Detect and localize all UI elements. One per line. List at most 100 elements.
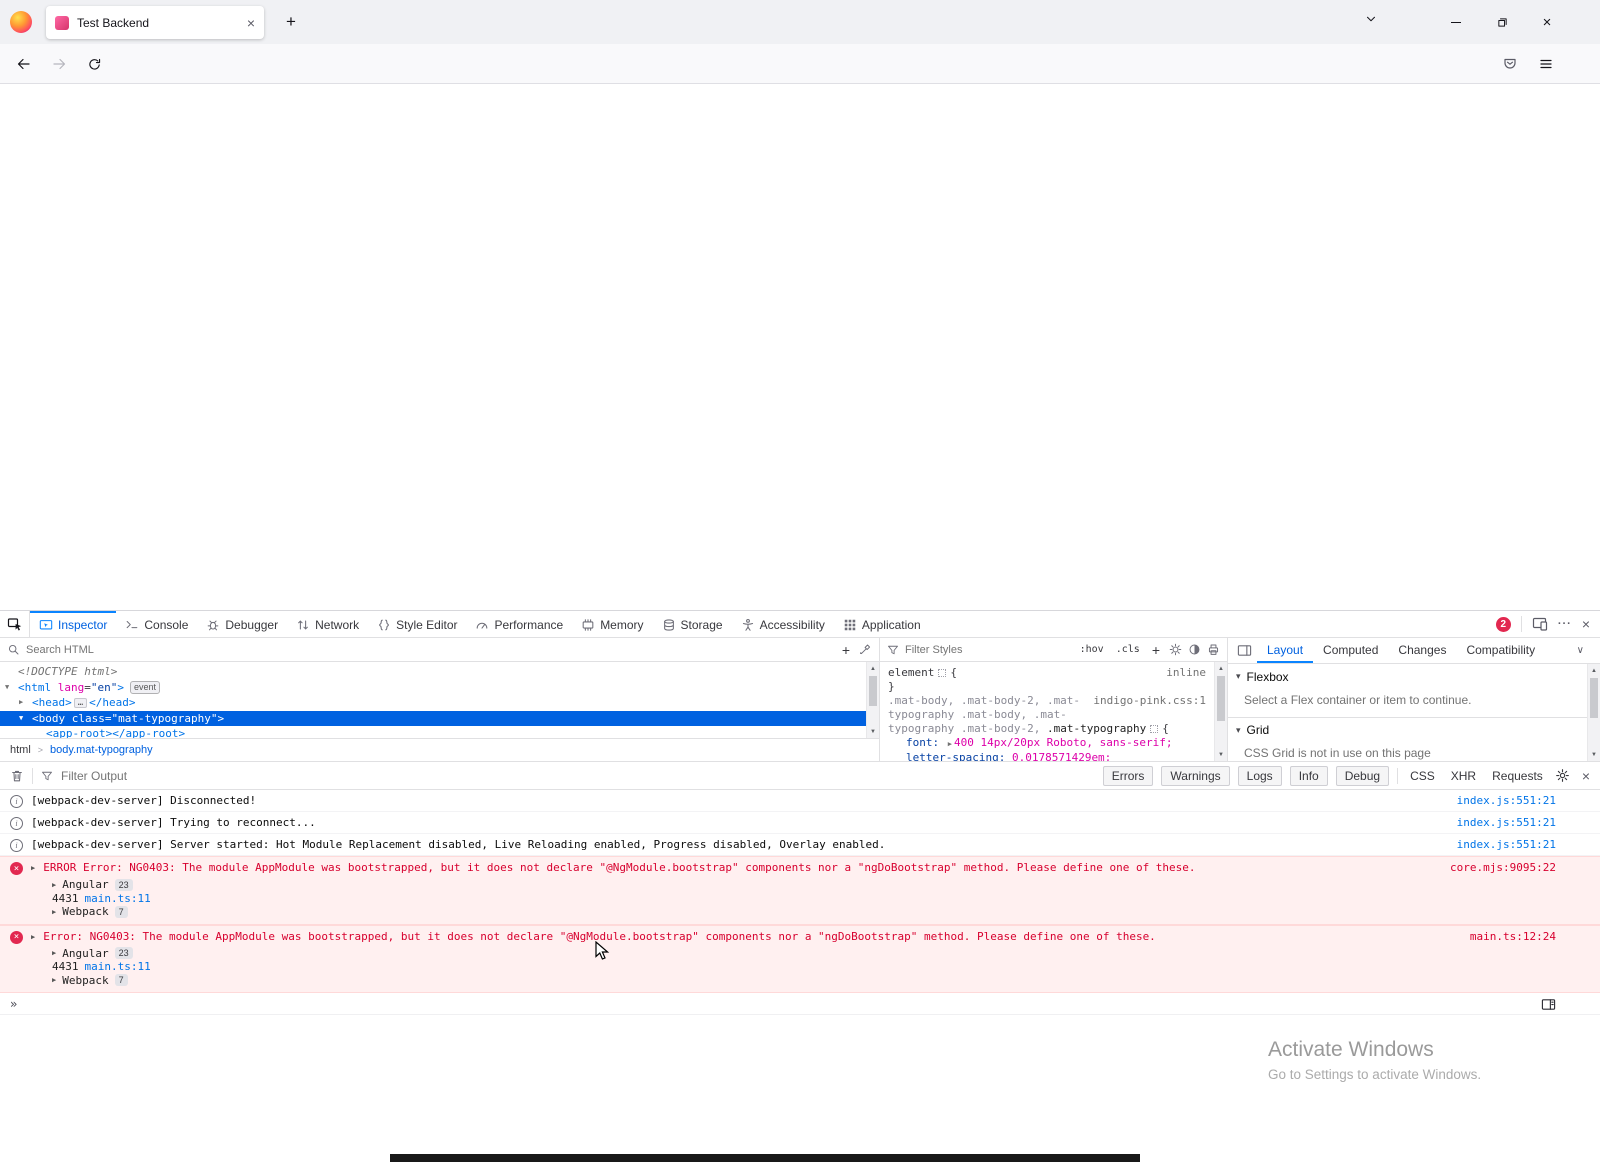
devtools-close-icon[interactable]: ×	[1582, 616, 1590, 632]
minimize-button[interactable]	[1433, 0, 1479, 44]
expand-error-icon[interactable]: ▶	[31, 933, 35, 941]
app-menu-button[interactable]	[1530, 48, 1562, 80]
app-root-node[interactable]: <app-root></app-root>	[0, 726, 866, 738]
sidebar-scrollbar[interactable]: ▲ ▼	[1587, 664, 1600, 761]
source-link[interactable]: main.ts:11	[85, 960, 151, 973]
filter-errors-button[interactable]: Errors	[1102, 765, 1154, 786]
expand-frames-icon[interactable]: ▶	[52, 949, 56, 957]
filter-warnings-button[interactable]: Warnings	[1161, 765, 1230, 786]
filter-info-button[interactable]: Info	[1289, 765, 1328, 786]
tab-close-icon[interactable]: ×	[247, 16, 255, 30]
stack-frame-webpack[interactable]: ▶ Webpack 7	[0, 905, 1600, 919]
contrast-icon[interactable]	[1188, 643, 1201, 656]
body-node-selected[interactable]: ▼ <body class="mat-typography">	[0, 710, 866, 727]
pocket-button[interactable]	[1494, 48, 1526, 80]
tabs-overflow-chevron-icon[interactable]: ∨	[1577, 645, 1600, 656]
source-link[interactable]: core.mjs:9095:22	[1450, 861, 1556, 874]
source-link[interactable]: index.js:551:21	[1457, 838, 1556, 851]
console-info-row[interactable]: i [webpack-dev-server] Server started: H…	[0, 834, 1600, 856]
console-error-row[interactable]: × ▶ Error: NG0403: The module AppModule …	[0, 926, 1600, 947]
console-error-row[interactable]: × ▶ ERROR Error: NG0403: The module AppM…	[0, 857, 1600, 878]
sidebar-toggle-icon[interactable]	[1237, 643, 1252, 658]
devtools-tab-accessibility[interactable]: Accessibility	[732, 611, 834, 637]
console-info-row[interactable]: i [webpack-dev-server] Trying to reconne…	[0, 812, 1600, 834]
forward-button[interactable]	[43, 48, 75, 80]
highlight-target-icon[interactable]	[1150, 725, 1159, 733]
scroll-down-button[interactable]: ▼	[1215, 748, 1227, 761]
scrollbar-thumb[interactable]	[869, 676, 877, 706]
devtools-tab-inspector[interactable]: Inspector	[30, 611, 117, 637]
console-settings-gear-icon[interactable]	[1555, 768, 1570, 783]
tab-layout[interactable]: Layout	[1257, 638, 1314, 663]
tab-compatibility[interactable]: Compatibility	[1456, 638, 1545, 663]
back-button[interactable]	[8, 48, 40, 80]
eyedropper-icon[interactable]	[859, 643, 872, 656]
error-count-badge[interactable]: 2	[1495, 616, 1511, 632]
scroll-up-button[interactable]: ▲	[867, 662, 879, 675]
class-toggle[interactable]: .cls	[1113, 643, 1143, 656]
devtools-tab-debugger[interactable]: Debugger	[197, 611, 287, 637]
tab-changes[interactable]: Changes	[1388, 638, 1456, 663]
expand-frames-icon[interactable]: ▶	[52, 881, 56, 889]
head-node[interactable]: ▶ <head>… </head>	[0, 695, 866, 711]
devtools-tab-style-editor[interactable]: Style Editor	[368, 611, 466, 637]
console-close-icon[interactable]: ×	[1582, 768, 1590, 784]
restore-button[interactable]	[1479, 0, 1525, 44]
scrollbar-thumb[interactable]	[1217, 676, 1225, 721]
filter-xhr-button[interactable]: XHR	[1447, 767, 1480, 785]
node-picker-button[interactable]	[0, 611, 30, 637]
filter-output-input[interactable]	[61, 768, 361, 783]
new-tab-button[interactable]: +	[280, 12, 302, 32]
font-declaration[interactable]: font: ▶ 400 14px/20px Roboto, sans-serif;	[888, 736, 1208, 751]
light-theme-icon[interactable]	[1169, 643, 1182, 656]
filter-requests-button[interactable]: Requests	[1488, 767, 1547, 785]
twisty-expanded-icon[interactable]: ▼	[5, 680, 9, 696]
search-html-input[interactable]	[26, 643, 833, 656]
collapsed-content-badge[interactable]: …	[73, 698, 88, 708]
scroll-up-button[interactable]: ▲	[1215, 662, 1227, 675]
devtools-tab-memory[interactable]: Memory	[572, 611, 652, 637]
markup-scrollbar[interactable]: ▲ ▼	[866, 662, 879, 738]
trash-icon[interactable]	[10, 769, 24, 783]
stylesheet-link[interactable]: indigo-pink.css:1	[1093, 694, 1206, 708]
browser-tab[interactable]: Test Backend ×	[46, 6, 264, 39]
source-link[interactable]: index.js:551:21	[1457, 794, 1556, 807]
expand-frames-icon[interactable]: ▶	[52, 908, 56, 916]
devtools-tab-application[interactable]: Application	[834, 611, 930, 637]
scroll-down-button[interactable]: ▼	[1588, 748, 1600, 761]
console-input-row[interactable]: »	[0, 993, 1600, 1015]
stack-frame[interactable]: 4431 main.ts:11	[0, 892, 1600, 906]
twisty-expanded-icon[interactable]: ▼	[19, 711, 23, 727]
filter-styles-input[interactable]	[905, 643, 1071, 656]
letter-spacing-declaration[interactable]: letter-spacing: 0.0178571429em;	[888, 751, 1208, 761]
twisty-collapsed-icon[interactable]: ▶	[19, 695, 23, 711]
devtools-tab-storage[interactable]: Storage	[653, 611, 732, 637]
meatball-menu-icon[interactable]: ···	[1558, 618, 1572, 630]
devtools-tab-performance[interactable]: Performance	[466, 611, 572, 637]
expand-frames-icon[interactable]: ▶	[52, 976, 56, 984]
devtools-tab-network[interactable]: Network	[287, 611, 368, 637]
event-badge[interactable]: event	[130, 680, 161, 694]
scrollbar-thumb[interactable]	[1590, 678, 1598, 718]
source-link[interactable]: main.ts:12:24	[1470, 930, 1556, 943]
breadcrumb-body[interactable]: body.mat-typography	[50, 744, 153, 756]
doctype-node[interactable]: <!DOCTYPE html>	[0, 664, 866, 680]
tabs-list-chevron-icon[interactable]	[1364, 12, 1378, 26]
grid-section-header[interactable]: ▾ Grid	[1228, 717, 1600, 742]
mat-rule-selector[interactable]: .mat-body, .mat-body-2, .mat- indigo-pin…	[888, 694, 1208, 708]
stack-frame-angular[interactable]: ▶ Angular 23	[0, 947, 1600, 961]
reload-button[interactable]	[78, 48, 110, 80]
close-window-button[interactable]: ×	[1524, 0, 1570, 44]
responsive-design-icon[interactable]	[1532, 616, 1548, 632]
filter-css-button[interactable]: CSS	[1406, 767, 1439, 785]
expand-shorthand-icon[interactable]: ▶	[948, 740, 952, 748]
rules-scrollbar[interactable]: ▲ ▼	[1214, 662, 1227, 761]
stack-frame-webpack[interactable]: ▶ Webpack 7	[0, 974, 1600, 988]
filter-debug-button[interactable]: Debug	[1335, 765, 1390, 786]
flexbox-section-header[interactable]: ▾ Flexbox	[1228, 664, 1600, 689]
devtools-tab-console[interactable]: Console	[116, 611, 197, 637]
add-rule-button[interactable]: +	[1149, 642, 1163, 658]
print-media-icon[interactable]	[1207, 643, 1220, 656]
add-node-button[interactable]: +	[839, 642, 853, 658]
stack-frame-angular[interactable]: ▶ Angular 23	[0, 878, 1600, 892]
